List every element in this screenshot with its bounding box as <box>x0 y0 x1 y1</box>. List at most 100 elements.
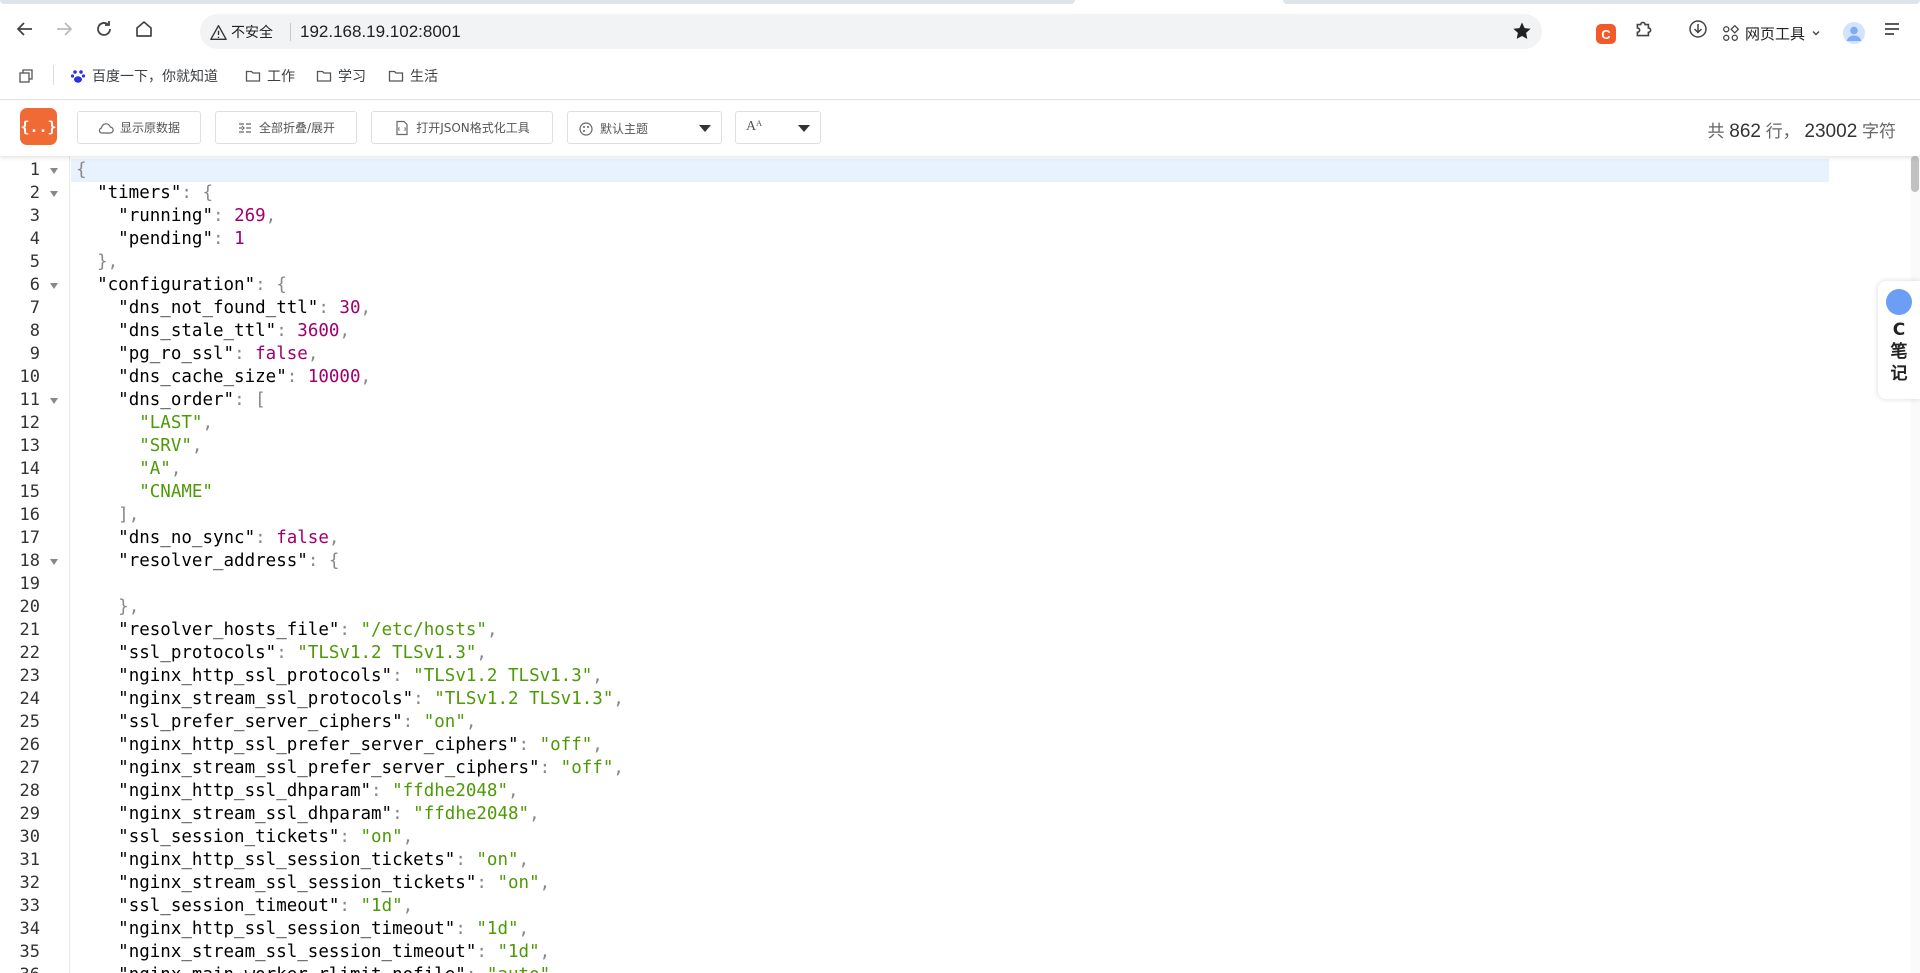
reload-button[interactable] <box>87 12 121 46</box>
code-text[interactable]: { <box>76 159 87 182</box>
code-text[interactable]: "dns_cache_size": 10000, <box>76 366 371 389</box>
code-line[interactable]: 21 "resolver_hosts_file": "/etc/hosts", <box>0 619 1920 642</box>
code-text[interactable]: "resolver_address": { <box>76 550 339 573</box>
code-text[interactable]: "nginx_http_ssl_prefer_server_ciphers": … <box>76 734 603 757</box>
code-text[interactable]: "nginx_stream_ssl_session_tickets": "on"… <box>76 872 550 895</box>
code-line[interactable]: 11 "dns_order": [ <box>0 389 1920 412</box>
code-text[interactable]: "nginx_stream_ssl_prefer_server_ciphers"… <box>76 757 624 780</box>
home-button[interactable] <box>127 12 161 46</box>
code-line[interactable]: 8 "dns_stale_ttl": 3600, <box>0 320 1920 343</box>
security-indicator[interactable]: 不安全 <box>210 22 273 42</box>
code-line[interactable]: 24 "nginx_stream_ssl_protocols": "TLSv1.… <box>0 688 1920 711</box>
browser-menu-button[interactable] <box>1876 12 1908 46</box>
code-text[interactable]: "configuration": { <box>76 274 287 297</box>
code-text[interactable]: "CNAME" <box>76 481 213 504</box>
address-bar[interactable]: 不安全 192.168.19.102:8001 <box>200 14 1542 49</box>
code-line[interactable]: 34 "nginx_http_ssl_session_timeout": "1d… <box>0 918 1920 941</box>
fold-toggle-icon[interactable] <box>50 191 58 197</box>
code-line[interactable]: 2 "timers": { <box>0 182 1920 205</box>
code-text[interactable]: "SRV", <box>76 435 202 458</box>
profile-avatar[interactable] <box>1843 22 1865 44</box>
fold-toggle-icon[interactable] <box>50 398 58 404</box>
code-line[interactable]: 10 "dns_cache_size": 10000, <box>0 366 1920 389</box>
downloads-button[interactable] <box>1682 12 1714 46</box>
font-size-select[interactable]: Aᴬ <box>735 111 821 144</box>
code-text[interactable]: "timers": { <box>76 182 213 205</box>
code-text[interactable]: "ssl_session_timeout": "1d", <box>76 895 413 918</box>
url-text[interactable]: 192.168.19.102:8001 <box>300 22 461 42</box>
code-text[interactable]: "dns_no_sync": false, <box>76 527 339 550</box>
code-text[interactable]: "pg_ro_ssl": false, <box>76 343 318 366</box>
code-line[interactable]: 23 "nginx_http_ssl_protocols": "TLSv1.2 … <box>0 665 1920 688</box>
code-line[interactable]: 32 "nginx_stream_ssl_session_tickets": "… <box>0 872 1920 895</box>
code-text[interactable]: "dns_order": [ <box>76 389 266 412</box>
bookmark-baidu[interactable]: 百度一下，你就知道 <box>70 64 218 88</box>
code-line[interactable]: 16 ], <box>0 504 1920 527</box>
code-text[interactable]: }, <box>76 251 118 274</box>
code-text[interactable]: "resolver_hosts_file": "/etc/hosts", <box>76 619 497 642</box>
code-line[interactable]: 14 "A", <box>0 458 1920 481</box>
code-text[interactable]: "nginx_stream_ssl_protocols": "TLSv1.2 T… <box>76 688 624 711</box>
code-line[interactable]: 31 "nginx_http_ssl_session_tickets": "on… <box>0 849 1920 872</box>
code-line[interactable]: 7 "dns_not_found_ttl": 30, <box>0 297 1920 320</box>
code-text[interactable]: "running": 269, <box>76 205 276 228</box>
code-line[interactable]: 26 "nginx_http_ssl_prefer_server_ciphers… <box>0 734 1920 757</box>
code-line[interactable]: 29 "nginx_stream_ssl_dhparam": "ffdhe204… <box>0 803 1920 826</box>
code-text[interactable]: "nginx_http_ssl_session_tickets": "on", <box>76 849 529 872</box>
theme-select[interactable]: 默认主题 <box>567 111 722 144</box>
code-text[interactable]: }, <box>76 596 139 619</box>
bookmark-folder-life[interactable]: 生活 <box>388 64 438 88</box>
code-text[interactable]: "nginx_http_ssl_protocols": "TLSv1.2 TLS… <box>76 665 603 688</box>
code-line[interactable]: 18 "resolver_address": { <box>0 550 1920 573</box>
extensions-button[interactable] <box>1628 12 1660 46</box>
code-line[interactable]: 3 "running": 269, <box>0 205 1920 228</box>
code-line[interactable]: 6 "configuration": { <box>0 274 1920 297</box>
fold-toggle-icon[interactable] <box>50 283 58 289</box>
code-text[interactable]: "ssl_prefer_server_ciphers": "on", <box>76 711 476 734</box>
code-line[interactable]: 12 "LAST", <box>0 412 1920 435</box>
csdn-extension-button[interactable]: C <box>1596 24 1616 44</box>
code-line[interactable]: 17 "dns_no_sync": false, <box>0 527 1920 550</box>
code-line[interactable]: 27 "nginx_stream_ssl_prefer_server_ciphe… <box>0 757 1920 780</box>
code-line[interactable]: 13 "SRV", <box>0 435 1920 458</box>
code-text[interactable]: "ssl_session_tickets": "on", <box>76 826 413 849</box>
code-text[interactable]: "nginx_http_ssl_dhparam": "ffdhe2048", <box>76 780 518 803</box>
forward-button[interactable] <box>47 12 81 46</box>
fold-toggle-icon[interactable] <box>50 559 58 565</box>
vertical-scrollbar[interactable] <box>1910 156 1920 973</box>
bookmark-folder-work[interactable]: 工作 <box>245 64 295 88</box>
code-line[interactable]: 25 "ssl_prefer_server_ciphers": "on", <box>0 711 1920 734</box>
show-raw-button[interactable]: 显示原数据 <box>77 111 201 144</box>
code-line[interactable]: 4 "pending": 1 <box>0 228 1920 251</box>
code-line[interactable]: 20 }, <box>0 596 1920 619</box>
code-line[interactable]: 22 "ssl_protocols": "TLSv1.2 TLSv1.3", <box>0 642 1920 665</box>
back-button[interactable] <box>8 12 42 46</box>
code-line[interactable]: 5 }, <box>0 251 1920 274</box>
code-line[interactable]: 35 "nginx_stream_ssl_session_timeout": "… <box>0 941 1920 964</box>
scrollbar-thumb[interactable] <box>1911 156 1919 192</box>
code-text[interactable]: "dns_not_found_ttl": 30, <box>76 297 371 320</box>
code-text[interactable]: "ssl_protocols": "TLSv1.2 TLSv1.3", <box>76 642 487 665</box>
code-line[interactable]: 33 "ssl_session_timeout": "1d", <box>0 895 1920 918</box>
csdn-notes-widget[interactable]: C笔记 <box>1878 281 1920 399</box>
code-line[interactable]: 9 "pg_ro_ssl": false, <box>0 343 1920 366</box>
code-text[interactable]: "A", <box>76 458 181 481</box>
code-text[interactable]: "nginx_stream_ssl_session_timeout": "1d"… <box>76 941 550 964</box>
json-editor[interactable]: 1{2 "timers": {3 "running": 269, 4 "pendi… <box>0 156 1920 973</box>
code-text[interactable]: "nginx_http_ssl_session_timeout": "1d", <box>76 918 529 941</box>
code-line[interactable]: 36 "nginx_main_worker_rlimit_nofile": "a… <box>0 964 1920 973</box>
bookmark-folder-study[interactable]: 学习 <box>316 64 366 88</box>
code-text[interactable]: "nginx_stream_ssl_dhparam": "ffdhe2048", <box>76 803 539 826</box>
fold-toggle-icon[interactable] <box>50 168 58 174</box>
code-text[interactable]: "dns_stale_ttl": 3600, <box>76 320 350 343</box>
code-line[interactable]: 1{ <box>0 159 1920 182</box>
code-line[interactable]: 19 <box>0 573 1920 596</box>
code-text[interactable]: ], <box>76 504 139 527</box>
bookmark-star-button[interactable] <box>1510 19 1534 43</box>
code-text[interactable]: "pending": 1 <box>76 228 244 251</box>
web-tools-menu[interactable]: 网页工具 <box>1722 21 1821 45</box>
open-formatter-button[interactable]: 打开JSON格式化工具 <box>371 111 553 144</box>
code-text[interactable]: "LAST", <box>76 412 213 435</box>
fold-all-button[interactable]: 全部折叠/展开 <box>215 111 357 144</box>
code-line[interactable]: 30 "ssl_session_tickets": "on", <box>0 826 1920 849</box>
